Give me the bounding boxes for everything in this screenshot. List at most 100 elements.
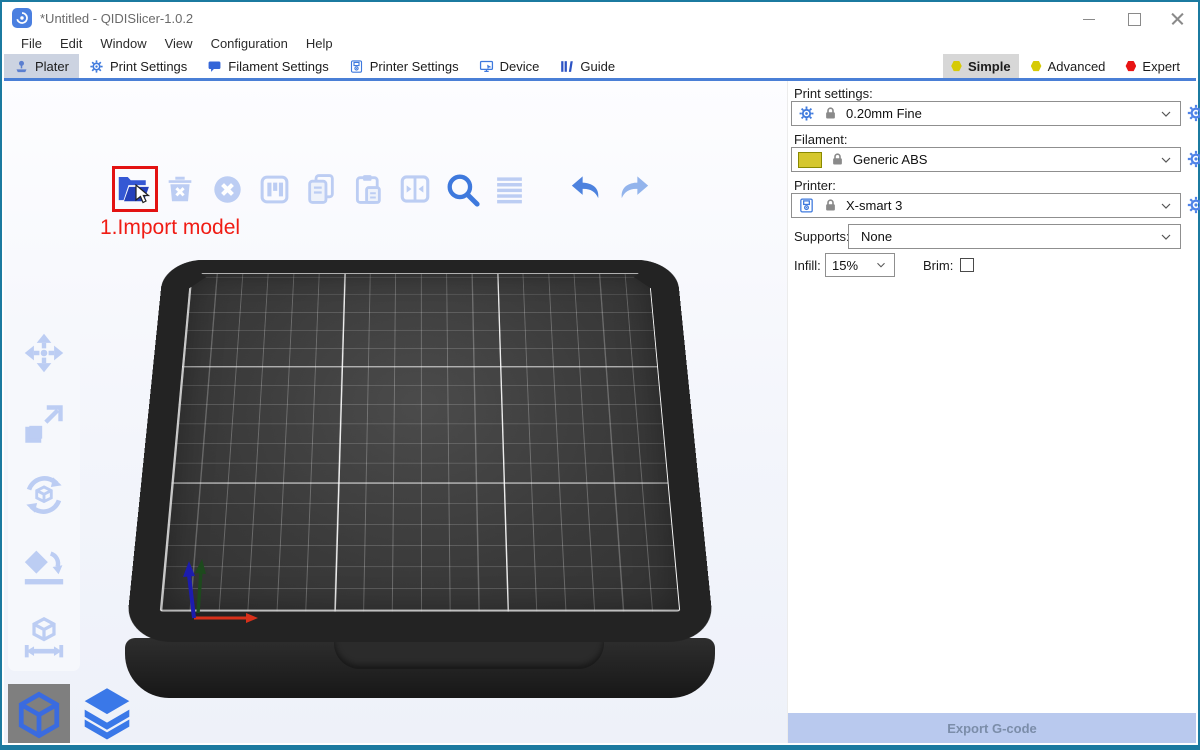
print-settings-dropdown[interactable]: 0.20mm Fine [791,101,1181,126]
move-tool-button[interactable] [20,329,68,377]
print-settings-gear-button[interactable] [1186,103,1200,123]
title-bar: *Untitled - QIDISlicer-1.0.2 [4,4,1196,32]
chevron-down-icon [1158,198,1174,214]
export-gcode-button[interactable]: Export G-code [788,713,1196,743]
close-icon [1171,13,1184,26]
split-view-button[interactable] [396,169,434,209]
settings-panel: Print settings: 0.20mm Fine Filament: Ge… [787,81,1196,743]
window-title: *Untitled - QIDISlicer-1.0.2 [40,11,193,26]
tab-print-settings[interactable]: Print Settings [79,54,197,78]
chevron-down-icon [1158,106,1174,122]
simple-mode-dot-icon [951,61,962,72]
app-logo-icon [12,8,32,28]
annotation-step-label: 1.Import model [100,216,240,240]
menu-bar: File Edit Window View Configuration Help [4,32,1196,54]
supports-dropdown[interactable]: None [848,224,1181,249]
place-on-face-icon [21,543,67,589]
chevron-down-icon [1158,229,1174,245]
filament-value: Generic ABS [853,152,1150,167]
main-toolbar [114,169,652,209]
chevron-down-icon [1158,152,1174,168]
tab-print-settings-label: Print Settings [110,59,187,74]
delete-icon [164,173,196,205]
viewport-3d: 1.Import model [4,81,787,743]
place-on-face-tool-button[interactable] [20,542,68,590]
arrange-button[interactable] [255,169,293,209]
infill-dropdown[interactable]: 15% [825,253,895,277]
menu-help[interactable]: Help [297,34,342,53]
paste-icon [351,172,385,206]
printer-dropdown[interactable]: X-smart 3 [791,193,1181,218]
delete-all-icon [211,173,244,206]
rotate-tool-button[interactable] [20,471,68,519]
mode-expert[interactable]: Expert [1117,54,1188,78]
gear-icon [1186,103,1200,123]
tab-filament-settings-label: Filament Settings [228,59,328,74]
menu-edit[interactable]: Edit [51,34,91,53]
redo-button[interactable] [614,169,652,209]
paste-button[interactable] [349,169,387,209]
preview-layers-view-button[interactable] [76,684,138,743]
gear-icon [1186,195,1200,215]
measure-icon [21,614,67,660]
mode-switcher: Simple Advanced Expert [943,54,1188,78]
tab-device[interactable]: Device [469,54,550,78]
tab-guide-label: Guide [580,59,615,74]
minimize-icon [1083,19,1095,20]
mode-advanced[interactable]: Advanced [1023,54,1114,78]
filament-dropdown[interactable]: Generic ABS [791,147,1181,172]
printer-value: X-smart 3 [846,198,1150,213]
print-bed-platform [125,260,715,642]
lock-icon [823,106,838,121]
filament-gear-button[interactable] [1186,149,1200,169]
mouse-cursor-icon [135,184,153,204]
split-icon [398,172,432,206]
search-icon [444,171,481,208]
chevron-down-icon [874,258,888,272]
move-icon [22,331,66,375]
copy-icon [304,172,338,206]
printer-label: Printer: [794,178,836,193]
tab-bar: Plater Print Settings Filament Settings … [4,54,1196,78]
search-button[interactable] [443,169,481,209]
preview-layers-icon [80,686,134,743]
supports-label: Supports: [794,229,850,244]
tab-plater[interactable]: Plater [4,54,79,78]
printer-icon [798,197,815,214]
layers-list-button[interactable] [490,169,528,209]
menu-view[interactable]: View [156,34,202,53]
delete-all-button[interactable] [208,169,246,209]
measure-tool-button[interactable] [20,613,68,661]
editor-3d-view-button[interactable] [8,684,70,743]
gear-icon [1186,149,1200,169]
print-bed-scene [122,252,718,722]
printer-gear-button[interactable] [1186,195,1200,215]
print-settings-label: Print settings: [794,86,873,101]
redo-icon [615,171,652,208]
tab-filament-settings[interactable]: Filament Settings [197,54,338,78]
tab-guide[interactable]: Guide [549,54,625,78]
copy-button[interactable] [302,169,340,209]
mode-simple[interactable]: Simple [943,54,1019,78]
menu-window[interactable]: Window [91,34,155,53]
maximize-icon [1128,13,1141,26]
close-button[interactable] [1162,10,1192,28]
undo-icon [568,171,605,208]
minimize-button[interactable] [1074,10,1104,28]
scale-tool-button[interactable] [20,400,68,448]
scale-icon [22,402,66,446]
menu-file[interactable]: File [12,34,51,53]
mode-advanced-label: Advanced [1048,59,1106,74]
maximize-button[interactable] [1119,10,1149,28]
rotate-icon [21,472,67,518]
tab-printer-settings[interactable]: Printer Settings [339,54,469,78]
print-bed-grid-surface [160,273,680,611]
delete-button[interactable] [161,169,199,209]
tab-printer-settings-label: Printer Settings [370,59,459,74]
filament-color-swatch [798,152,822,168]
menu-configuration[interactable]: Configuration [202,34,297,53]
brim-checkbox[interactable] [960,258,974,272]
app-window: *Untitled - QIDISlicer-1.0.2 File Edit W… [0,0,1200,750]
undo-button[interactable] [567,169,605,209]
mode-simple-label: Simple [968,59,1011,74]
